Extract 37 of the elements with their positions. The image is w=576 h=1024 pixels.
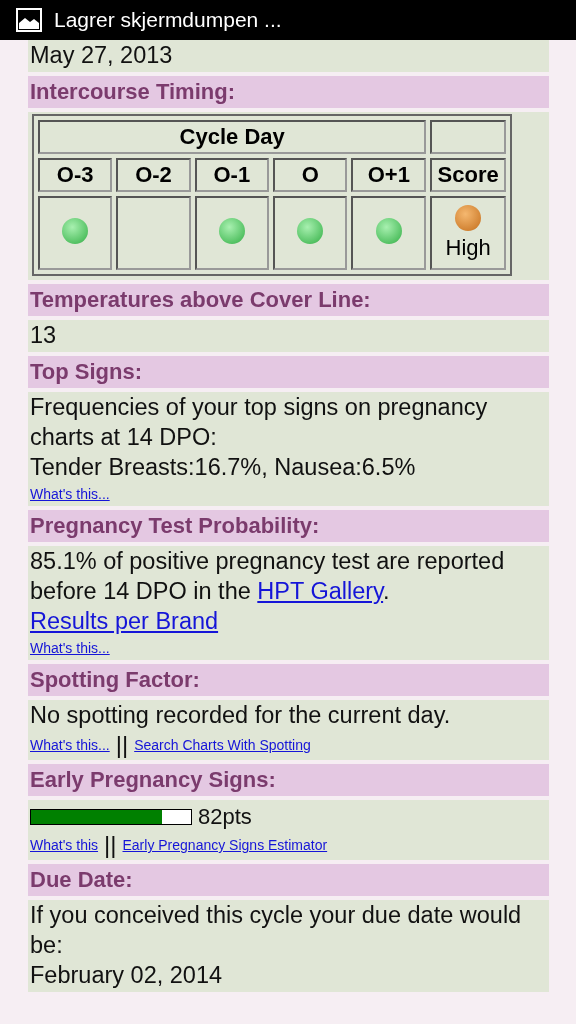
help-link[interactable]: What's this... xyxy=(30,737,110,753)
help-link[interactable]: Search Charts With Spotting xyxy=(134,737,311,753)
paragraph: If you conceived this cycle your due date would be: xyxy=(30,901,523,960)
separator: || xyxy=(104,834,117,856)
section-heading: Temperatures above Cover Line: xyxy=(28,284,549,316)
meter-reading: 82pts xyxy=(198,804,252,830)
section-heading: Due Date: xyxy=(28,864,549,896)
column-header: O-1 xyxy=(194,158,270,192)
column-header: O-2 xyxy=(116,158,191,192)
score-value: High xyxy=(444,235,492,261)
paragraph: February 02, 2014 xyxy=(30,961,224,990)
section-heading: Pregnancy Test Probability: xyxy=(28,510,549,542)
paragraph: May 27, 2013 xyxy=(30,41,174,70)
text-link[interactable]: Results per Brand xyxy=(30,608,219,634)
help-link[interactable]: What's this xyxy=(30,837,99,853)
paragraph: Frequencies of your top signs on pregnancy charts at 14 DPO: xyxy=(30,393,489,452)
help-link[interactable]: What's this... xyxy=(30,486,110,502)
column-header: Score xyxy=(430,158,506,192)
paragraph: No spotting recorded for the current day. xyxy=(30,701,452,730)
column-group-header: Cycle Day xyxy=(38,120,427,154)
paragraph: Tender Breasts:16.7%, Nausea:6.5% xyxy=(30,453,417,482)
section-heading: Intercourse Timing: xyxy=(28,76,549,108)
section-heading: Top Signs: xyxy=(28,356,549,388)
separator: || xyxy=(115,734,129,756)
column-header: O+1 xyxy=(351,158,427,192)
section-heading: Early Pregnancy Signs: xyxy=(28,764,549,796)
score-dot-icon xyxy=(455,205,482,231)
column-header: O-3 xyxy=(38,158,113,192)
help-link[interactable]: Early Pregnancy Signs Estimator xyxy=(122,837,328,853)
paragraph: 13 xyxy=(30,321,58,350)
column-header: O xyxy=(273,158,348,192)
paragraph: 85.1% of positive pregnancy test are reported before 14 DPO in the HPT Gallery. Results per Brand xyxy=(30,547,506,636)
image-icon xyxy=(16,8,42,32)
section-heading: Spotting Factor: xyxy=(28,664,549,696)
text-link[interactable]: HPT Gallery xyxy=(257,578,384,604)
notification-text: Lagrer skjermdumpen ... xyxy=(54,8,282,32)
help-link[interactable]: What's this... xyxy=(30,640,110,656)
